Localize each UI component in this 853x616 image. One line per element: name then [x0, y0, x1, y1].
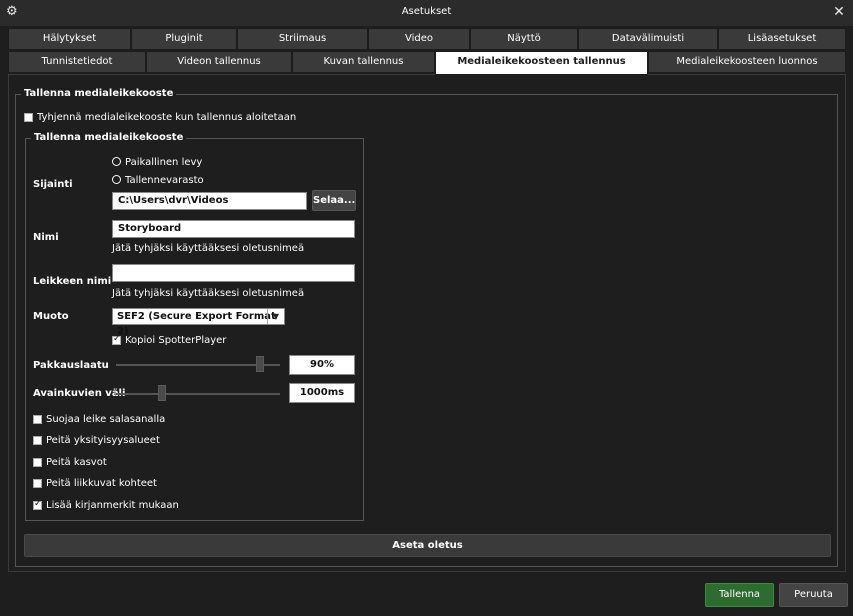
set-default-button[interactable]: Aseta oletus: [24, 534, 831, 557]
blur-faces-checkbox[interactable]: [33, 458, 42, 467]
name-hint: Jätä tyhjäksi käyttääksesi oletusnimeä: [112, 243, 305, 254]
blur-moving-objects-checkbox[interactable]: [33, 479, 42, 488]
tab-video[interactable]: Video: [368, 28, 470, 50]
radio-local-disk-label: Paikallinen levy: [125, 157, 203, 168]
clip-name-label: Leikkeen nimi: [33, 276, 112, 287]
format-select[interactable]: SEF2 (Secure Export Format 2) ▼: [112, 308, 285, 337]
quality-label: Pakkauslaatu: [33, 360, 109, 371]
tab-kuvan-tallennus[interactable]: Kuvan tallennus: [292, 51, 435, 73]
tab-striimaus[interactable]: Striimaus: [237, 28, 368, 50]
tab-row-2: Tunnistetiedot Videon tallennus Kuvan ta…: [8, 51, 846, 75]
copy-player-checkbox[interactable]: [112, 334, 121, 345]
radio-storage[interactable]: [112, 175, 121, 184]
clip-name-hint: Jätä tyhjäksi käyttääksesi oletusnimeä: [112, 288, 305, 299]
location-label: Sijainti: [33, 179, 73, 190]
name-input[interactable]: Storyboard: [112, 220, 355, 238]
keyframe-label: Avainkuvien väli: [33, 388, 126, 399]
quality-slider-track[interactable]: [116, 364, 280, 366]
name-label: Nimi: [33, 232, 59, 243]
radio-storage-label: Tallennevarasto: [125, 175, 204, 186]
title-bar: ⚙ Asetukset ✕: [0, 0, 853, 26]
quality-value[interactable]: 90%: [289, 355, 355, 375]
tab-lisaasetukset[interactable]: Lisäasetukset: [718, 28, 846, 50]
inner-group-title: Tallenna medialeikekooste: [31, 132, 187, 143]
browse-button[interactable]: Selaa...: [312, 190, 356, 211]
format-label: Muoto: [33, 311, 69, 322]
radio-local-disk[interactable]: [112, 157, 121, 166]
cancel-button[interactable]: Peruuta: [779, 583, 848, 607]
tab-pluginit[interactable]: Pluginit: [131, 28, 237, 50]
tab-videon-tallennus[interactable]: Videon tallennus: [146, 51, 292, 73]
quality-slider-handle[interactable]: [256, 356, 265, 372]
password-protect-checkbox[interactable]: [33, 415, 42, 424]
privacy-mask-checkbox[interactable]: [33, 436, 42, 445]
privacy-mask-label: Peitä yksityisyysalueet: [46, 435, 160, 446]
tab-medialeikekoosteen-tallennus[interactable]: Medialeikekoosteen tallennus: [435, 51, 648, 75]
save-button[interactable]: Tallenna: [705, 583, 774, 607]
copy-player-label: Kopioi SpotterPlayer: [125, 335, 227, 346]
include-bookmarks-label: Lisää kirjanmerkit mukaan: [46, 500, 179, 511]
tab-naytto[interactable]: Näyttö: [470, 28, 578, 50]
keyframe-slider-handle[interactable]: [158, 385, 167, 401]
keyframe-value[interactable]: 1000ms: [289, 383, 355, 403]
include-bookmarks-checkbox[interactable]: [33, 499, 42, 510]
path-input[interactable]: C:\Users\dvr\Videos: [112, 192, 307, 210]
outer-group-title: Tallenna medialeikekooste: [21, 88, 177, 99]
blur-faces-label: Peitä kasvot: [46, 457, 107, 468]
clear-on-start-label: Tyhjennä medialeikekooste kun tallennus …: [37, 112, 297, 123]
close-icon[interactable]: ✕: [831, 4, 847, 20]
blur-moving-objects-label: Peitä liikkuvat kohteet: [46, 478, 157, 489]
tab-row-1: Hälytykset Pluginit Striimaus Video Näyt…: [8, 28, 846, 50]
tab-halytykset[interactable]: Hälytykset: [8, 28, 131, 50]
tab-tunnistetiedot[interactable]: Tunnistetiedot: [8, 51, 146, 73]
tab-medialeikekoosteen-luonnos[interactable]: Medialeikekoosteen luonnos: [648, 51, 846, 73]
tab-datavalimuisti[interactable]: Datavälimuisti: [578, 28, 718, 50]
keyframe-slider-track[interactable]: [116, 393, 280, 395]
password-protect-label: Suojaa leike salasanalla: [46, 414, 166, 425]
clip-name-input[interactable]: [112, 264, 355, 282]
chevron-down-icon: ▼: [267, 309, 284, 324]
clear-on-start-checkbox[interactable]: [24, 113, 33, 122]
window-title: Asetukset: [401, 6, 452, 17]
